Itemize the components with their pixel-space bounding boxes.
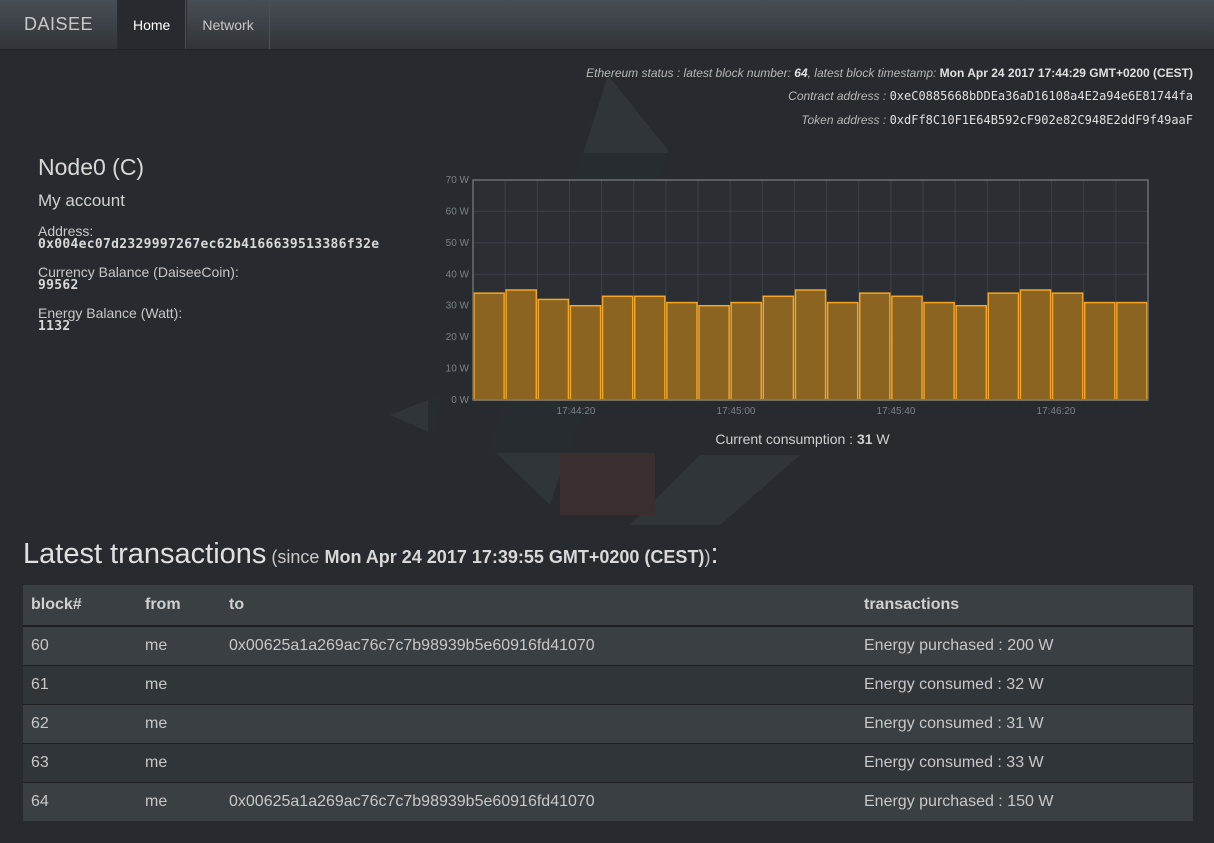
- cell-transaction: Energy consumed : 33 W: [856, 743, 1193, 783]
- chart-bar: [955, 304, 988, 401]
- chart-bar: [1116, 301, 1148, 401]
- x-tick-label: 17:45:00: [717, 406, 756, 417]
- cell-transaction: Energy consumed : 31 W: [856, 704, 1193, 744]
- chart-bar: [858, 292, 891, 401]
- chart-bar: [730, 301, 763, 401]
- nav-tab-home[interactable]: Home: [117, 0, 187, 49]
- token-address-line: Token address : 0xdFf8C10F1E64B592cF902e…: [801, 113, 1193, 127]
- transactions-title: Latest transactions: [23, 538, 267, 570]
- y-tick-label: 20 W: [446, 332, 470, 343]
- contract-address: 0xeC0885668bDDEa36aD16108a4E2a94e6E81744…: [889, 89, 1193, 103]
- chart-bar: [601, 295, 634, 401]
- cell-block: 63: [23, 743, 137, 783]
- y-tick-label: 50 W: [446, 238, 470, 249]
- cell-to: [221, 704, 856, 744]
- chart-bar: [923, 301, 955, 401]
- chart-bar: [473, 292, 505, 401]
- table-header-row: block# from to transactions: [23, 585, 1193, 627]
- x-tick-label: 17:46:20: [1037, 406, 1076, 417]
- contract-label: Contract address :: [788, 89, 890, 103]
- account-address: 0x004ec07d2329997267ec62b4166639513386f3…: [38, 237, 380, 252]
- x-tick-label: 17:44:20: [557, 406, 596, 417]
- chart-bar: [666, 301, 698, 401]
- table-row: 60 me 0x00625a1a269ac76c7c7b98939b5e6091…: [23, 625, 1193, 666]
- chart-bar: [794, 289, 827, 401]
- chart-bar: [698, 304, 730, 401]
- node-title: Node0 (C): [38, 154, 145, 180]
- chart-bar: [987, 292, 1020, 401]
- top-navbar: DAISEE Home Network: [0, 0, 1214, 50]
- status-prefix: Ethereum status : latest block number:: [586, 66, 795, 80]
- consumption-bar-chart: 0 W 10 W 20 W 30 W 40 W 50 W 60 W 70 W 17:44:20 1…: [446, 175, 1149, 417]
- consumption-value: 31: [856, 431, 873, 447]
- contract-address-line: Contract address : 0xeC0885668bDDEa36aD1…: [788, 89, 1193, 103]
- cell-block: 64: [23, 782, 137, 821]
- block-timestamp: Mon Apr 24 2017 17:44:29 GMT+0200 (CEST): [939, 66, 1193, 80]
- cell-from: me: [137, 743, 221, 783]
- cell-from: me: [137, 704, 221, 744]
- chart-bar: [891, 295, 923, 401]
- y-tick-label: 30 W: [446, 301, 470, 312]
- cell-to: 0x00625a1a269ac76c7c7b98939b5e60916fd410…: [221, 625, 856, 666]
- y-tick-label: 0 W: [451, 395, 469, 406]
- y-tick-label: 60 W: [446, 206, 470, 217]
- y-tick-label: 70 W: [446, 175, 470, 186]
- cell-to: 0x00625a1a269ac76c7c7b98939b5e60916fd410…: [221, 782, 856, 821]
- current-consumption: Current consumption : 31 W: [428, 431, 1177, 447]
- cell-transaction: Energy purchased : 150 W: [856, 782, 1193, 821]
- table-row: 64 me 0x00625a1a269ac76c7c7b98939b5e6091…: [23, 782, 1193, 821]
- header-block: block#: [23, 585, 137, 627]
- transactions-table: block# from to transactions 60 me 0x0062…: [23, 585, 1193, 821]
- block-number: 64: [794, 66, 808, 80]
- my-account-heading: My account: [38, 191, 125, 210]
- cell-from: me: [137, 665, 221, 705]
- energy-balance-value: 1132: [38, 319, 71, 334]
- chart-bar: [762, 295, 795, 401]
- cell-block: 60: [23, 625, 137, 666]
- cell-block: 61: [23, 665, 137, 705]
- chart-bar: [537, 298, 570, 401]
- since-open: (since: [266, 547, 325, 567]
- brand-logo[interactable]: DAISEE: [0, 0, 117, 49]
- table-row: 61 me Energy consumed : 32 W: [23, 665, 1193, 705]
- chart-bar: [633, 295, 666, 401]
- cell-transaction: Energy purchased : 200 W: [856, 625, 1193, 666]
- table-row: 62 me Energy consumed : 31 W: [23, 704, 1193, 744]
- cell-transaction: Energy consumed : 32 W: [856, 665, 1193, 705]
- title-colon: :: [710, 538, 719, 570]
- consumption-label: Current consumption :: [715, 431, 857, 447]
- chart-bar: [826, 301, 859, 401]
- ethereum-status: Ethereum status : latest block number: 6…: [586, 66, 1193, 80]
- currency-balance-value: 99562: [38, 278, 79, 293]
- since-date: Mon Apr 24 2017 17:39:55 GMT+0200 (CEST): [324, 547, 705, 567]
- cell-from: me: [137, 782, 221, 821]
- header-transactions: transactions: [856, 585, 1193, 627]
- cell-from: me: [137, 625, 221, 666]
- y-tick-label: 40 W: [446, 269, 470, 280]
- cell-to: [221, 743, 856, 783]
- cell-block: 62: [23, 704, 137, 744]
- consumption-chart-panel: 0 W 10 W 20 W 30 W 40 W 50 W 60 W 70 W 17:44:20 1…: [428, 153, 1177, 453]
- transactions-since: (since Mon Apr 24 2017 17:39:55 GMT+0200…: [266, 547, 710, 567]
- y-tick-label: 10 W: [446, 364, 470, 375]
- x-tick-label: 17:45:40: [877, 406, 916, 417]
- chart-bar: [1019, 289, 1052, 401]
- chart-bar: [569, 304, 602, 401]
- chart-bar: [1083, 301, 1116, 401]
- token-address: 0xdFf8C10F1E64B592cF902e82C948E2ddF9f49a…: [889, 113, 1193, 127]
- timestamp-prefix: , latest block timestamp:: [807, 66, 940, 80]
- header-from: from: [137, 585, 221, 627]
- header-to: to: [221, 585, 856, 627]
- chart-bar: [1051, 292, 1084, 401]
- cell-to: [221, 665, 856, 705]
- consumption-unit: W: [872, 431, 890, 447]
- token-label: Token address :: [801, 113, 890, 127]
- nav-tab-network[interactable]: Network: [186, 0, 270, 49]
- chart-bar: [505, 289, 538, 401]
- table-row: 63 me Energy consumed : 33 W: [23, 743, 1193, 783]
- transactions-heading: Latest transactions (since Mon Apr 24 20…: [23, 538, 719, 571]
